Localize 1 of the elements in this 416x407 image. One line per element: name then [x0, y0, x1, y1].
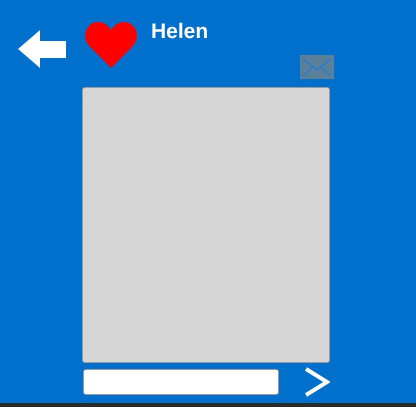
contact-name: Helen [151, 20, 208, 44]
